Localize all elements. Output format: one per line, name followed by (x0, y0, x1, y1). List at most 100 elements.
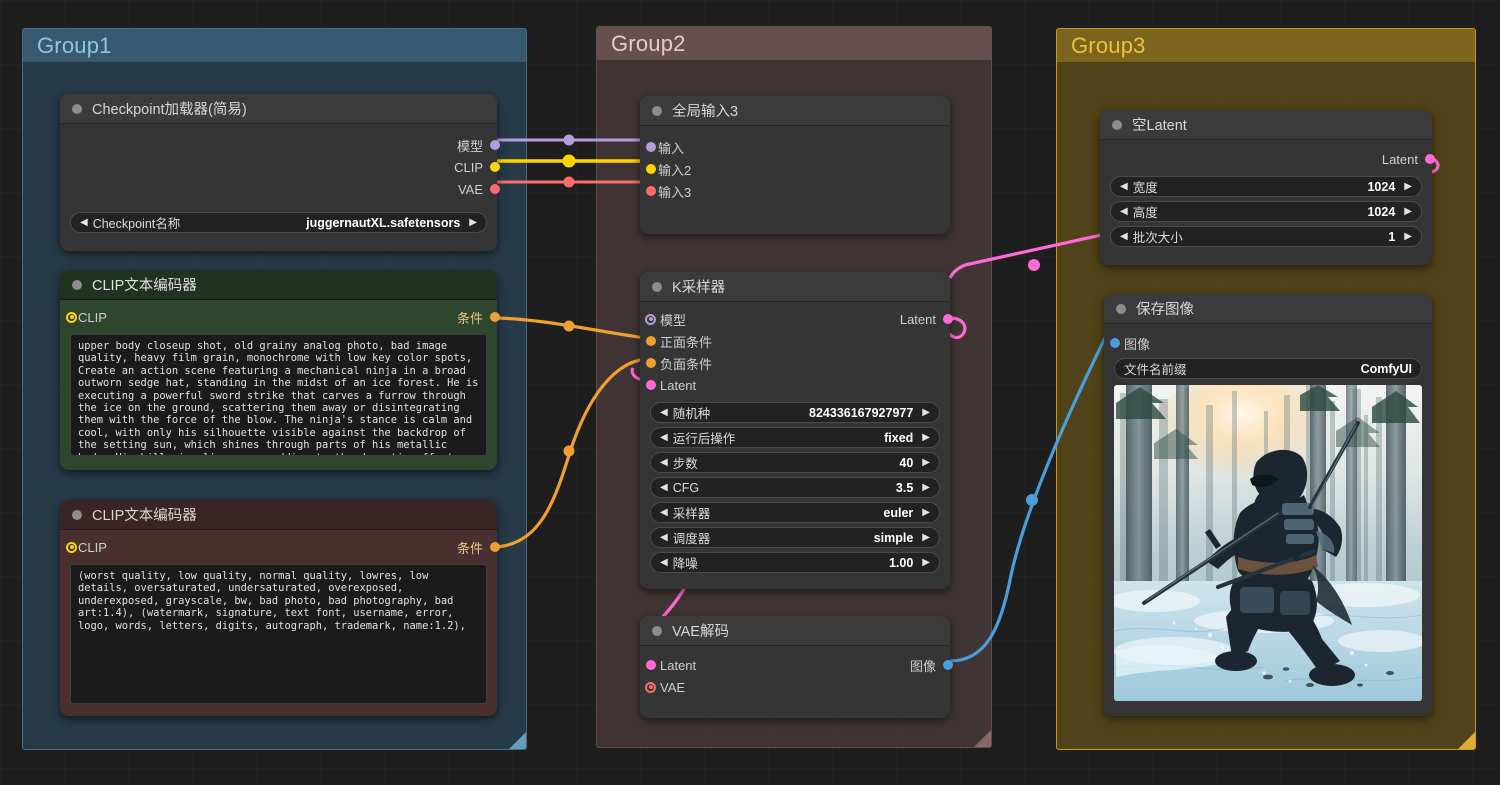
node-header[interactable]: CLIP文本编码器 (60, 270, 497, 300)
group-resize-handle[interactable] (974, 730, 991, 747)
port-model[interactable] (490, 140, 500, 150)
increment-arrow-icon[interactable]: ▶ (922, 432, 930, 443)
decrement-arrow-icon[interactable]: ◀ (660, 432, 668, 443)
node-header[interactable]: VAE解码 (640, 616, 950, 646)
widget-checkpoint-name[interactable]: ◀ Checkpoint名称 juggernautXL.safetensors … (70, 212, 487, 233)
widget-control-after-generate[interactable]: ◀ 运行后操作 fixed ▶ (650, 427, 940, 448)
node-clip-text-encode-negative[interactable]: CLIP文本编码器 CLIP 条件 (worst quality, low qu… (60, 500, 500, 716)
increment-arrow-icon[interactable]: ▶ (469, 217, 477, 228)
collapse-dot-icon[interactable] (72, 103, 82, 114)
port-latent-input[interactable] (646, 660, 656, 670)
port-clip[interactable] (490, 162, 500, 172)
increment-arrow-icon[interactable]: ▶ (1404, 231, 1412, 242)
prompt-textarea-positive[interactable]: upper body closeup shot, old grainy anal… (70, 334, 487, 456)
port-vae[interactable] (490, 184, 500, 194)
node-header[interactable]: Checkpoint加载器(简易) (60, 94, 497, 124)
node-header[interactable]: 保存图像 (1104, 294, 1432, 324)
port-clip-input[interactable] (66, 311, 77, 323)
collapse-dot-icon[interactable] (652, 105, 662, 116)
widget-seed[interactable]: ◀ 随机种 824336167927977 ▶ (650, 402, 940, 423)
node-header[interactable]: 全局输入3 (640, 96, 950, 126)
input-slot-positive[interactable]: 正面条件 (640, 330, 950, 352)
widget-steps[interactable]: ◀ 步数 40 ▶ (650, 452, 940, 473)
input-slot-negative[interactable]: 负面条件 (640, 352, 950, 374)
widget-cfg[interactable]: ◀ CFG 3.5 ▶ (650, 477, 940, 498)
widget-sampler-name[interactable]: ◀ 采样器 euler ▶ (650, 502, 940, 523)
port-input-1[interactable] (646, 142, 656, 152)
port-conditioning-output[interactable] (490, 312, 500, 322)
collapse-dot-icon[interactable] (72, 279, 82, 290)
input-slot-2[interactable]: 输入2 (640, 158, 950, 180)
output-slot-model[interactable]: 模型 (60, 134, 500, 156)
port-image-input[interactable] (1110, 338, 1120, 348)
port-conditioning-output[interactable] (490, 542, 500, 552)
node-ksampler[interactable]: K采样器 模型 Latent 正面条件 负面条件 Latent ◀ 随机种 82… (640, 272, 953, 589)
group-resize-handle[interactable] (1458, 732, 1475, 749)
node-global-input-3[interactable]: 全局输入3 输入 输入2 输入3 (640, 96, 950, 234)
node-header[interactable]: K采样器 (640, 272, 950, 302)
node-checkpoint-loader[interactable]: Checkpoint加载器(简易) 模型 CLIP VAE ◀ Checkpoi… (60, 94, 500, 251)
port-clip-input[interactable] (66, 541, 77, 553)
port-latent-output[interactable] (1425, 154, 1435, 164)
port-input-3[interactable] (646, 186, 656, 196)
decrement-arrow-icon[interactable]: ◀ (660, 457, 668, 468)
input-slot-3[interactable]: 输入3 (640, 180, 950, 202)
widget-width[interactable]: ◀ 宽度 1024 ▶ (1110, 176, 1422, 197)
collapse-dot-icon[interactable] (652, 625, 662, 636)
port-input-2[interactable] (646, 164, 656, 174)
input-slot-latent[interactable]: Latent (640, 374, 950, 396)
decrement-arrow-icon[interactable]: ◀ (1120, 181, 1128, 192)
increment-arrow-icon[interactable]: ▶ (922, 507, 930, 518)
port-latent-output[interactable] (943, 314, 953, 324)
port-image-output[interactable] (943, 660, 953, 670)
group-title-group2[interactable]: Group2 (597, 27, 991, 60)
output-slot-clip[interactable]: CLIP (60, 156, 500, 178)
widget-filename-prefix[interactable]: 文件名前缀 ComfyUI (1114, 358, 1422, 379)
collapse-dot-icon[interactable] (1112, 119, 1122, 130)
increment-arrow-icon[interactable]: ▶ (922, 482, 930, 493)
port-latent-input[interactable] (646, 380, 656, 390)
collapse-dot-icon[interactable] (1116, 303, 1126, 314)
node-header[interactable]: 空Latent (1100, 110, 1432, 140)
decrement-arrow-icon[interactable]: ◀ (1120, 206, 1128, 217)
decrement-arrow-icon[interactable]: ◀ (660, 407, 668, 418)
widget-batch-size[interactable]: ◀ 批次大小 1 ▶ (1110, 226, 1422, 247)
port-positive-input[interactable] (646, 336, 656, 346)
decrement-arrow-icon[interactable]: ◀ (1120, 231, 1128, 242)
increment-arrow-icon[interactable]: ▶ (922, 532, 930, 543)
group-resize-handle[interactable] (509, 732, 526, 749)
port-negative-input[interactable] (646, 358, 656, 368)
increment-arrow-icon[interactable]: ▶ (922, 557, 930, 568)
input-slot-vae[interactable]: VAE (640, 676, 950, 698)
output-slot-latent[interactable]: Latent (1100, 148, 1435, 170)
port-vae-input[interactable] (645, 681, 656, 693)
node-empty-latent-image[interactable]: 空Latent Latent ◀ 宽度 1024 ▶ ◀ 高度 1024 ▶ ◀… (1100, 110, 1435, 265)
comfyui-canvas[interactable]: Group1 Group2 Group3 Checkpoint加载器(简易) 模… (0, 0, 1500, 785)
increment-arrow-icon[interactable]: ▶ (922, 457, 930, 468)
increment-arrow-icon[interactable]: ▶ (922, 407, 930, 418)
group-title-group1[interactable]: Group1 (23, 29, 526, 62)
output-slot-vae[interactable]: VAE (60, 178, 500, 200)
decrement-arrow-icon[interactable]: ◀ (660, 507, 668, 518)
node-vae-decode[interactable]: VAE解码 Latent 图像 VAE (640, 616, 953, 718)
collapse-dot-icon[interactable] (72, 509, 82, 520)
group-title-group3[interactable]: Group3 (1057, 29, 1475, 62)
port-model-input[interactable] (645, 313, 656, 325)
input-slot-image[interactable]: 图像 (1104, 332, 1432, 354)
node-clip-text-encode-positive[interactable]: CLIP文本编码器 CLIP 条件 upper body closeup sho… (60, 270, 500, 470)
node-save-image[interactable]: 保存图像 图像 文件名前缀 ComfyUI (1104, 294, 1432, 716)
node-header[interactable]: CLIP文本编码器 (60, 500, 497, 530)
image-preview[interactable] (1114, 385, 1422, 701)
prompt-textarea-negative[interactable]: (worst quality, low quality, normal qual… (70, 564, 487, 704)
decrement-arrow-icon[interactable]: ◀ (660, 482, 668, 493)
input-slot-1[interactable]: 输入 (640, 136, 950, 158)
increment-arrow-icon[interactable]: ▶ (1404, 181, 1412, 192)
widget-height[interactable]: ◀ 高度 1024 ▶ (1110, 201, 1422, 222)
increment-arrow-icon[interactable]: ▶ (1404, 206, 1412, 217)
decrement-arrow-icon[interactable]: ◀ (80, 217, 88, 228)
decrement-arrow-icon[interactable]: ◀ (660, 557, 668, 568)
widget-denoise[interactable]: ◀ 降噪 1.00 ▶ (650, 552, 940, 573)
collapse-dot-icon[interactable] (652, 281, 662, 292)
widget-scheduler[interactable]: ◀ 调度器 simple ▶ (650, 527, 940, 548)
decrement-arrow-icon[interactable]: ◀ (660, 532, 668, 543)
